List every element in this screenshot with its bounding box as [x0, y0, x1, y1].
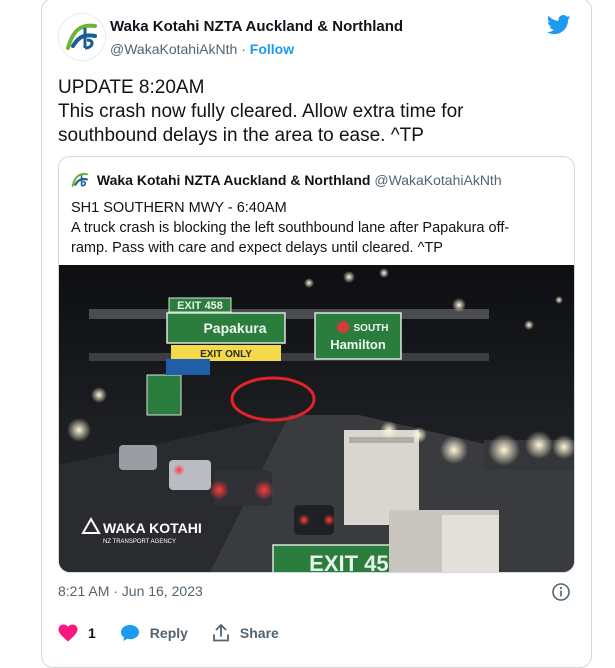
sign-papakura: Papakura — [203, 320, 266, 336]
traffic-camera-image[interactable]: EXIT 458 Papakura EXIT ONLY SOUTH Hamilt… — [59, 265, 574, 573]
quoted-text-line: A truck crash is blocking the left south… — [71, 220, 510, 236]
twitter-bird-icon[interactable] — [547, 15, 571, 35]
tweet-card: Waka Kotahi NZTA Auckland & Northland @W… — [41, 0, 592, 668]
reply-button[interactable]: Reply — [120, 624, 188, 642]
share-button[interactable]: Share — [212, 624, 279, 642]
info-icon[interactable] — [551, 582, 571, 602]
tweet-text-line: This crash now fully cleared. Allow extr… — [58, 101, 464, 122]
like-button[interactable]: 1 — [58, 624, 96, 642]
follow-button[interactable]: Follow — [250, 41, 294, 57]
quoted-text-line: ramp. Pass with care and expect delays u… — [71, 240, 443, 256]
reply-bubble-icon — [120, 625, 139, 641]
tweet-text: UPDATE 8:20AM This crash now fully clear… — [58, 76, 578, 148]
sign-bottom: EXIT 458 — [309, 551, 401, 573]
like-count: 1 — [88, 625, 96, 641]
author-avatar[interactable] — [58, 13, 106, 61]
quoted-text-line: SH1 SOUTHERN MWY - 6:40AM — [71, 200, 287, 216]
separator-dot: · — [241, 41, 250, 57]
sign-exit-only: EXIT ONLY — [200, 349, 252, 360]
watermark-main: WAKA KOTAHI — [103, 520, 202, 536]
watermark-sub: NZ TRANSPORT AGENCY — [103, 539, 176, 545]
sign-exit-top: EXIT 458 — [177, 300, 223, 312]
share-icon — [213, 624, 229, 642]
author-name[interactable]: Waka Kotahi NZTA Auckland & Northland — [110, 17, 403, 37]
tweet-header: Waka Kotahi NZTA Auckland & Northland @W… — [58, 13, 575, 65]
tweet-text-line: southbound delays in the area to ease. ^… — [58, 125, 424, 146]
quoted-author-avatar-icon — [71, 172, 88, 187]
heart-icon — [58, 624, 78, 642]
waka-kotahi-logo-icon — [66, 23, 97, 50]
quoted-tweet[interactable]: Waka Kotahi NZTA Auckland & Northland @W… — [58, 156, 575, 573]
reply-label: Reply — [149, 625, 188, 641]
quoted-author-name: Waka Kotahi NZTA Auckland & Northland — [96, 172, 371, 188]
sign-south: SOUTH — [354, 323, 389, 334]
tweet-actions: 1 Reply Share — [58, 621, 303, 645]
sign-hamilton: Hamilton — [330, 337, 386, 352]
tweet-timestamp[interactable]: 8:21 AM · Jun 16, 2023 — [58, 583, 203, 599]
quoted-tweet-text: SH1 SOUTHERN MWY - 6:40AM A truck crash … — [71, 198, 561, 258]
tweet-text-line: UPDATE 8:20AM — [58, 77, 205, 98]
author-handle[interactable]: @WakaKotahiAkNth — [110, 41, 237, 57]
share-label: Share — [239, 625, 279, 641]
traffic-scene: EXIT 458 Papakura EXIT ONLY SOUTH Hamilt… — [59, 265, 574, 573]
quoted-tweet-header: Waka Kotahi NZTA Auckland & Northland @W… — [71, 171, 502, 189]
quoted-author-handle: @WakaKotahiAkNth — [374, 172, 502, 188]
